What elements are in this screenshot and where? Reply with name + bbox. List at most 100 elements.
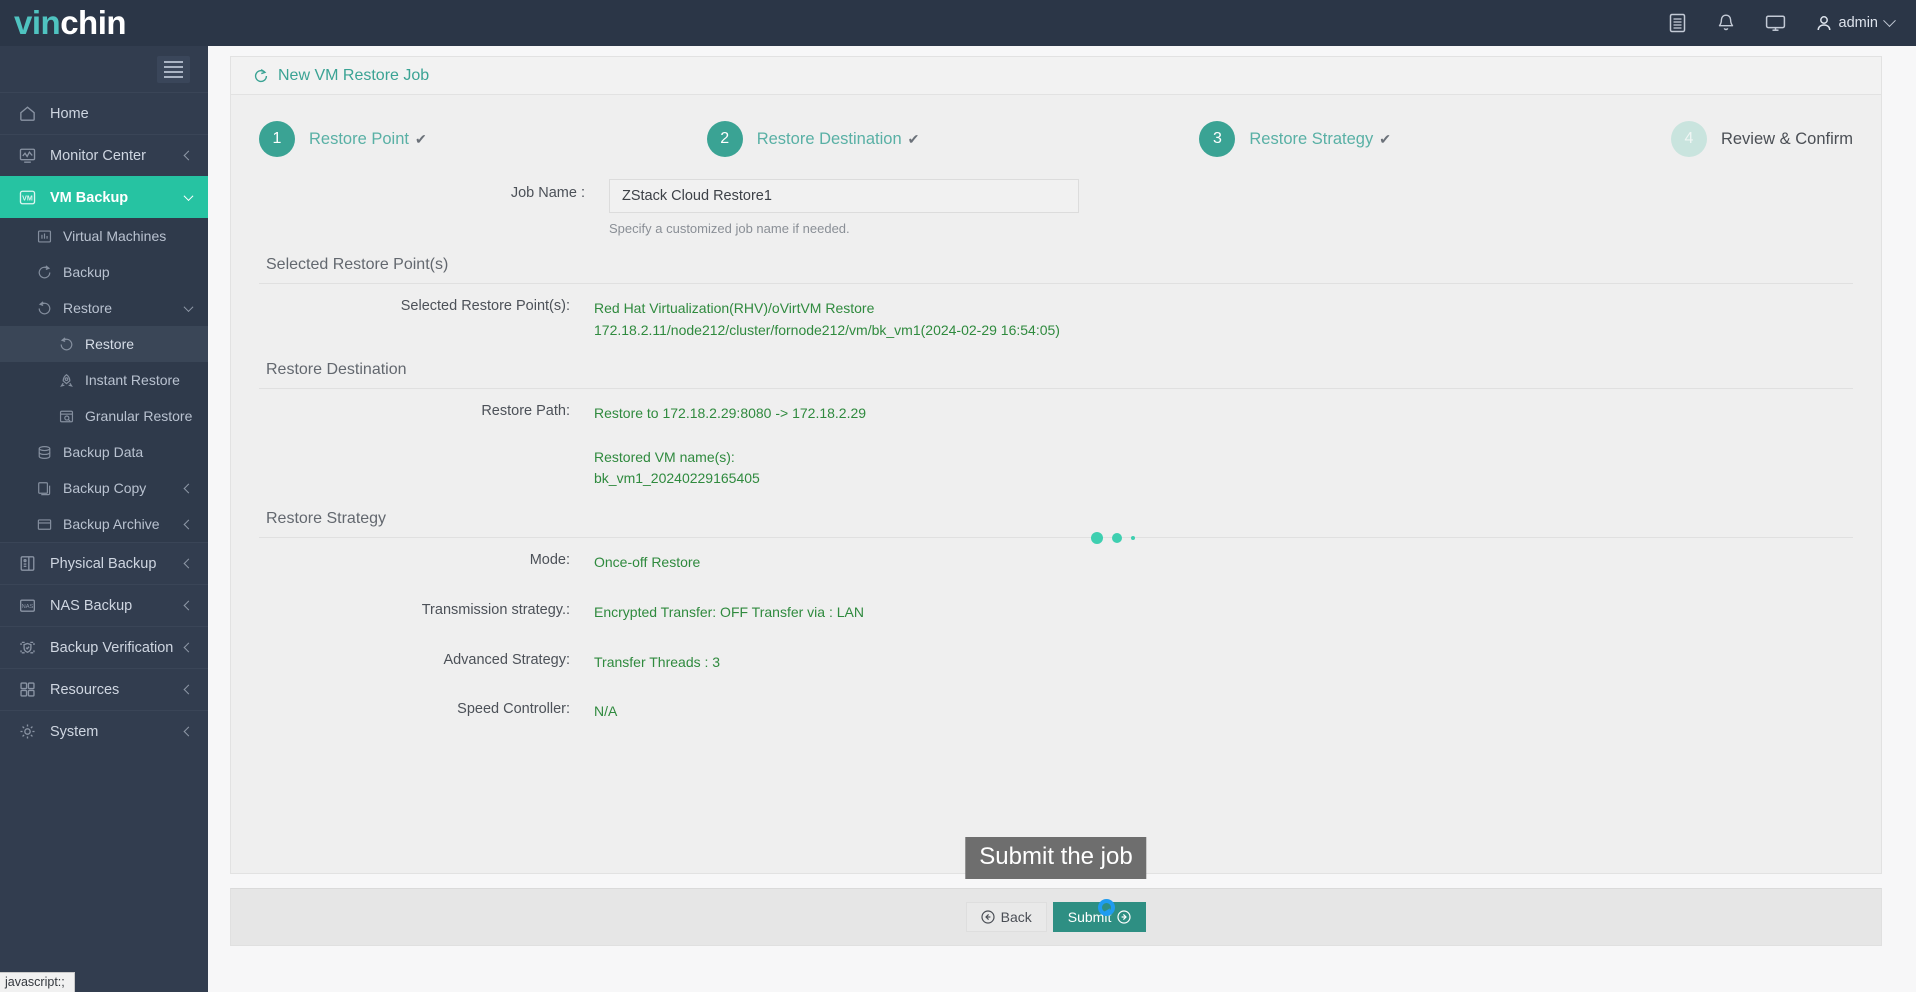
detail-value-line: Encrypted Transfer: OFF Transfer via : L… bbox=[594, 603, 864, 620]
detail-value-line bbox=[594, 425, 866, 447]
sidebar-item-physical-backup[interactable]: Physical Backup bbox=[0, 542, 208, 584]
user-icon bbox=[1816, 15, 1831, 30]
brand-logo[interactable]: vinchin bbox=[0, 0, 208, 46]
detail-label: Restore Path: bbox=[481, 403, 570, 420]
sidebar-item-label: System bbox=[50, 723, 99, 740]
chevron-down-icon bbox=[183, 191, 194, 202]
wizard-step-1[interactable]: 1 Restore Point ✔ bbox=[259, 121, 427, 157]
back-button[interactable]: Back bbox=[965, 901, 1047, 932]
sidebar-item-resources[interactable]: Resources bbox=[0, 668, 208, 710]
detail-value-line: Once-off Restore bbox=[594, 554, 701, 571]
sidebar-item-label: Backup Copy bbox=[63, 480, 147, 496]
top-bar: vinchin admin bbox=[0, 0, 1916, 46]
detail-row: Selected Restore Point(s): Red Hat Virtua… bbox=[259, 298, 1853, 341]
back-button-label: Back bbox=[1000, 908, 1032, 925]
wizard-step-4[interactable]: 4 Review & Confirm bbox=[1670, 121, 1853, 157]
wizard-step-number: 4 bbox=[1670, 121, 1707, 157]
sidebar-item-virtual-machines[interactable]: Virtual Machines bbox=[0, 218, 208, 254]
sidebar-item-label: Granular Restore bbox=[85, 408, 193, 424]
wizard-step-number: 2 bbox=[706, 121, 743, 157]
sidebar-item-backup-verification[interactable]: Backup Verification bbox=[0, 626, 208, 668]
rocket-icon bbox=[56, 371, 76, 389]
sidebar-item-backup-copy[interactable]: Backup Copy bbox=[0, 470, 208, 506]
sidebar-item-restore[interactable]: Restore bbox=[0, 326, 208, 362]
sidebar-item-backup-archive[interactable]: Backup Archive bbox=[0, 506, 208, 542]
sidebar-item-label: Monitor Center bbox=[50, 147, 146, 164]
server-icon bbox=[16, 554, 38, 574]
wizard-footer: Submit the job Back Submit bbox=[230, 836, 1882, 946]
sidebar-item-label: Resources bbox=[50, 681, 120, 698]
restore-icon bbox=[253, 68, 269, 84]
monitor-icon[interactable] bbox=[1765, 14, 1786, 32]
sidebar-item-monitor-center[interactable]: Monitor Center bbox=[0, 134, 208, 176]
page-title: New VM Restore Job bbox=[278, 66, 430, 84]
review-sections: Selected Restore Point(s) Selected Restor… bbox=[259, 256, 1853, 723]
wizard-step-number: 3 bbox=[1199, 121, 1236, 157]
main-content: New VM Restore Job 1 Restore Point ✔ 2 Resto… bbox=[208, 46, 1916, 992]
sidebar-item-label: Backup Verification bbox=[50, 639, 174, 656]
sidebar-item-vm-backup[interactable]: VM VM Backup bbox=[0, 176, 208, 218]
detail-row: Mode: Once-off Restore bbox=[259, 552, 1853, 574]
top-bar-actions: admin bbox=[1668, 13, 1916, 33]
sidebar: Home Monitor Center VM VM Backup Virtual Mac… bbox=[0, 46, 208, 992]
section-title: Selected Restore Point(s) bbox=[266, 256, 449, 273]
sidebar-item-backup-data[interactable]: Backup Data bbox=[0, 434, 208, 470]
sidebar-item-instant-restore[interactable]: Instant Restore bbox=[0, 362, 208, 398]
submit-button[interactable]: Submit bbox=[1052, 898, 1147, 932]
wizard-step-3[interactable]: 3 Restore Strategy ✔ bbox=[1199, 121, 1391, 157]
chevron-left-icon bbox=[183, 684, 194, 695]
chevron-left-icon bbox=[183, 519, 194, 529]
hamburger-menu-icon[interactable] bbox=[157, 55, 190, 83]
sidebar-item-nas-backup[interactable]: NAS NAS Backup bbox=[0, 584, 208, 626]
bell-icon[interactable] bbox=[1717, 13, 1735, 33]
job-name-input[interactable] bbox=[609, 179, 1079, 213]
loading-dot bbox=[1131, 536, 1135, 540]
wizard-step-2[interactable]: 2 Restore Destination ✔ bbox=[706, 121, 919, 157]
chevron-down-icon bbox=[1883, 13, 1896, 27]
sidebar-item-granular-restore[interactable]: Granular Restore bbox=[0, 398, 208, 434]
loading-dot bbox=[1091, 532, 1103, 544]
page-title-bar: New VM Restore Job bbox=[231, 57, 1881, 95]
sidebar-item-label: Instant Restore bbox=[85, 372, 180, 388]
sidebar-item-home[interactable]: Home bbox=[0, 92, 208, 134]
section-divider bbox=[259, 283, 1853, 284]
detail-value-line: Restore to 172.18.2.29:8080 -> 172.18.2.… bbox=[594, 405, 867, 422]
refresh-icon bbox=[34, 263, 54, 281]
detail-value-line: Restored VM name(s): bbox=[594, 448, 735, 465]
detail-row: Advanced Strategy: Transfer Threads : 3 bbox=[259, 652, 1853, 674]
sidebar-item-restore[interactable]: Restore bbox=[0, 290, 208, 326]
sidebar-item-backup[interactable]: Backup bbox=[0, 254, 208, 290]
loading-dots bbox=[1091, 532, 1135, 544]
gear-icon bbox=[16, 722, 38, 742]
home-icon bbox=[16, 104, 38, 124]
user-menu[interactable]: admin bbox=[1816, 13, 1896, 32]
arrow-left-circle-icon bbox=[981, 910, 995, 924]
section-divider bbox=[259, 388, 1853, 390]
check-icon: ✔ bbox=[414, 130, 427, 147]
chevron-left-icon bbox=[183, 726, 194, 737]
wizard-step-number: 1 bbox=[259, 121, 295, 157]
restore-icon bbox=[56, 335, 76, 353]
sidebar-item-label: Restore bbox=[63, 300, 113, 316]
detail-label: Speed Controller: bbox=[457, 701, 570, 718]
submit-tooltip: Submit the job bbox=[965, 836, 1147, 879]
loading-dot bbox=[1112, 533, 1122, 543]
detail-value-line: Red Hat Virtualization(RHV)/oVirtVM Rest… bbox=[594, 300, 875, 316]
vm-icon: VM bbox=[16, 188, 38, 208]
nas-icon: NAS bbox=[16, 596, 38, 616]
svg-text:VM: VM bbox=[22, 194, 33, 202]
document-icon[interactable] bbox=[1668, 13, 1687, 33]
detail-value-line: 172.18.2.11/node212/cluster/fornode212/v… bbox=[594, 321, 1060, 338]
chevron-left-icon bbox=[183, 150, 194, 161]
sidebar-item-system[interactable]: System bbox=[0, 710, 208, 752]
detail-value: Encrypted Transfer: OFF Transfer via : L… bbox=[594, 602, 864, 624]
detail-row: Restore Path: Restore to 172.18.2.29:8080… bbox=[259, 403, 1853, 490]
sidebar-nav-list: Home Monitor Center VM VM Backup Virtual Mac… bbox=[0, 92, 208, 752]
database-icon bbox=[34, 443, 54, 461]
job-name-row: Job Name : Specify a customized job name… bbox=[259, 179, 1853, 236]
archive-icon bbox=[34, 515, 54, 533]
sidebar-item-label: Physical Backup bbox=[50, 555, 157, 572]
browser-status-bar: javascript:; bbox=[0, 972, 75, 992]
sidebar-item-label: Backup bbox=[63, 264, 110, 280]
detail-label: Selected Restore Point(s): bbox=[400, 298, 570, 314]
